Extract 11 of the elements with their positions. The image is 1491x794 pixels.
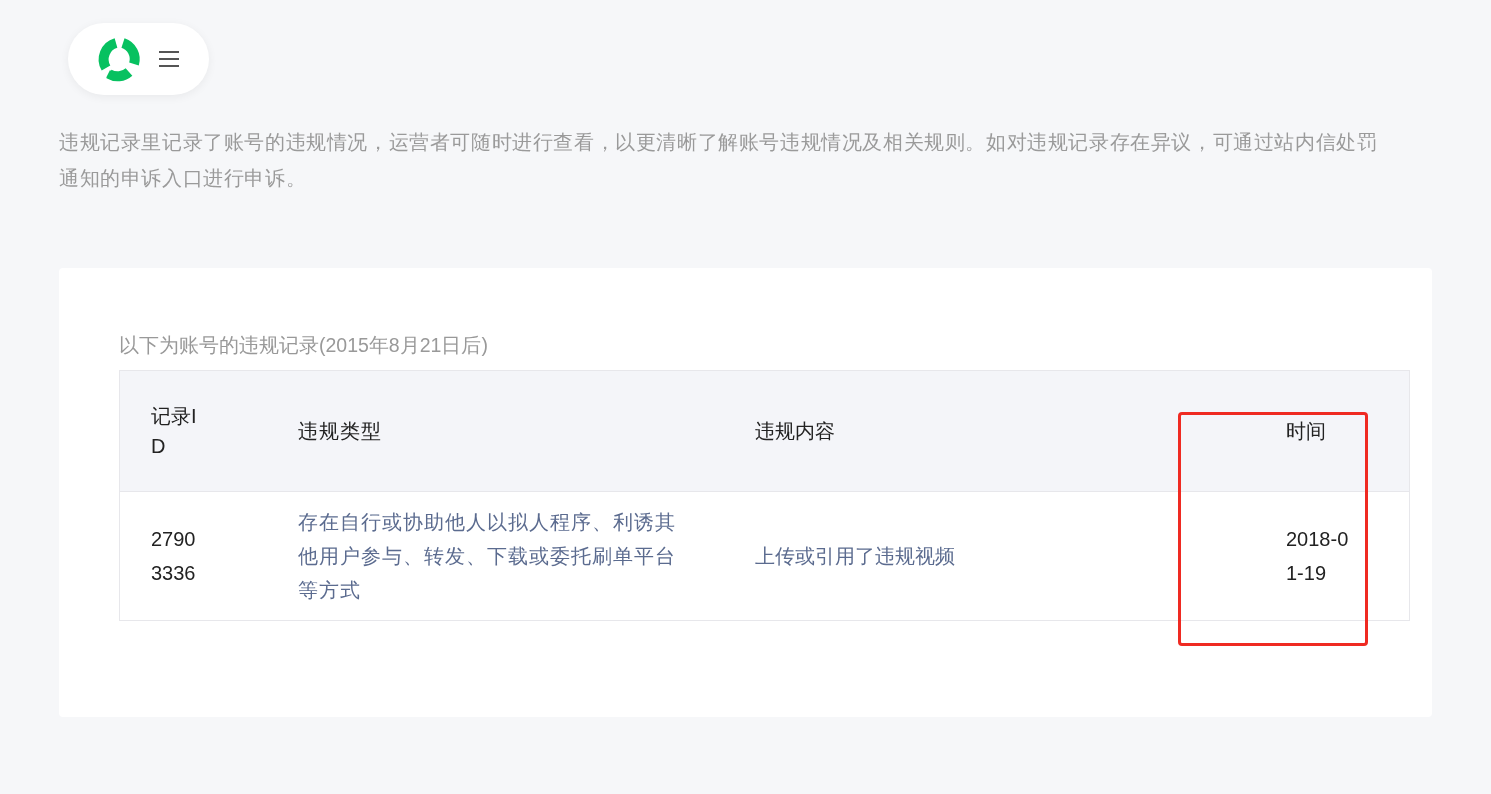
table-cell-text: 2018-01-19: [1286, 527, 1350, 586]
table-cell-text: 存在自行或协助他人以拟人程序、利诱其他用户参与、转发、下载或委托刷单平台等方式: [298, 510, 677, 603]
description: 违规记录里记录了账号的违规情况，运营者可随时进行查看，以更清晰了解账号违规情况及相关规则。如对违规记录存在异议，可通过站内信处罚通知的申诉入口进行申诉。: [59, 130, 1379, 191]
column-header: 违规类型: [298, 419, 383, 444]
menu-icon[interactable]: [158, 50, 180, 68]
column-header: 记录ID: [151, 404, 198, 459]
table-caption: 以下为账号的违规记录(2015年8月21日后): [119, 333, 488, 358]
column-header: 时间: [1286, 419, 1327, 444]
table-cell-text: 27903336: [151, 527, 197, 586]
table-cell-text: 上传或引用了违规视频: [755, 544, 956, 569]
column-header: 违规内容: [755, 419, 836, 444]
